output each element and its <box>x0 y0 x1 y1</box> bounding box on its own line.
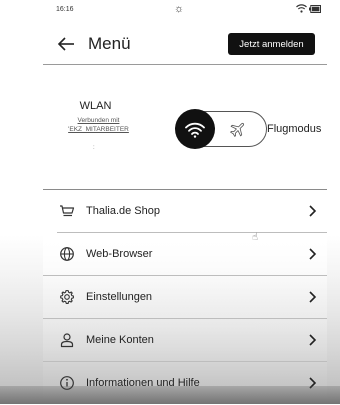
menu-item-web-browser[interactable]: Web-Browser <box>43 233 327 276</box>
chevron-right-icon <box>309 248 317 260</box>
wlan-status-link[interactable]: Verbunden mit 'EKZ_MITARBEITER <box>46 116 151 134</box>
device-bezel-shadow <box>0 386 340 404</box>
main-menu: Thalia.de Shop Web-Browser Einstellungen <box>43 190 327 405</box>
wifi-icon <box>185 122 205 138</box>
user-icon <box>60 333 74 348</box>
wlan-status-line1: Verbunden mit <box>77 117 120 124</box>
wlan-status-extra: : <box>93 145 95 151</box>
page-title: Menü <box>88 34 131 53</box>
status-bar: 16:16 ☼ <box>43 0 327 20</box>
chevron-right-icon <box>309 291 317 303</box>
arrow-left-icon <box>57 37 74 51</box>
globe-icon <box>60 247 74 261</box>
wifi-flight-mode-toggle[interactable] <box>175 109 267 149</box>
menu-item-label: Web-Browser <box>86 248 153 260</box>
chevron-right-icon <box>309 205 317 217</box>
battery-icon <box>309 4 321 13</box>
toggle-knob <box>175 109 215 149</box>
chevron-right-icon <box>309 334 317 346</box>
menu-item-accounts[interactable]: Meine Konten <box>43 319 327 362</box>
back-button[interactable] <box>56 34 76 54</box>
menu-item-label: Thalia.de Shop <box>86 205 160 217</box>
brightness-icon[interactable]: ☼ <box>174 3 184 15</box>
wlan-title: WLAN <box>79 100 112 112</box>
wlan-section: WLAN Verbunden mit 'EKZ_MITARBEITER : Fl <box>43 65 327 190</box>
header: Menü Jetzt anmelden <box>43 28 327 60</box>
flight-mode-label: Flugmodus <box>267 123 322 135</box>
ereader-screen: 16:16 ☼ Menü Jetzt anmelden WLAN Verbund… <box>43 0 327 404</box>
menu-item-settings[interactable]: Einstellungen <box>43 276 327 319</box>
menu-item-label: Meine Konten <box>86 334 154 346</box>
status-time: 16:16 <box>56 6 74 13</box>
gear-icon <box>60 289 74 304</box>
wlan-network-name: 'EKZ_MITARBEITER <box>68 126 129 133</box>
menu-item-shop[interactable]: Thalia.de Shop <box>43 190 327 233</box>
hand-cursor-icon: ☝ <box>252 232 259 243</box>
status-icons <box>296 4 321 13</box>
menu-item-label: Einstellungen <box>86 291 153 303</box>
wifi-icon <box>296 4 307 13</box>
airplane-icon <box>230 122 245 137</box>
cart-icon <box>60 205 75 217</box>
login-button[interactable]: Jetzt anmelden <box>228 33 315 55</box>
